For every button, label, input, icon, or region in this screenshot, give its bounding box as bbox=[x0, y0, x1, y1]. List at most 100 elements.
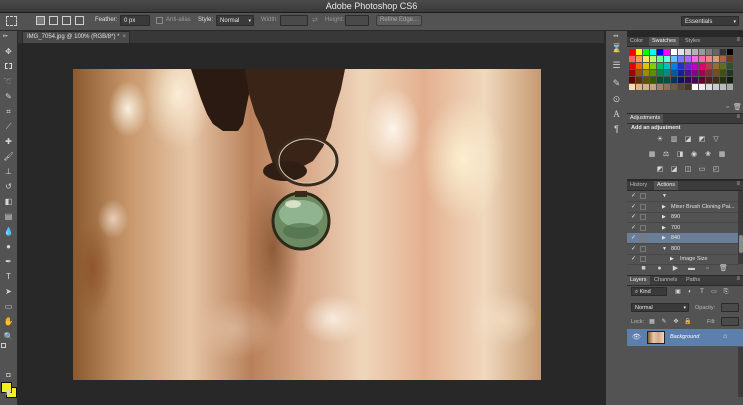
swatch[interactable] bbox=[692, 84, 698, 90]
swatch[interactable] bbox=[713, 77, 719, 83]
disclosure-collapsed-icon[interactable]: ▶ bbox=[662, 212, 666, 222]
swatch[interactable] bbox=[706, 70, 712, 76]
history-brush-tool-icon[interactable]: ↺ bbox=[3, 182, 14, 191]
quick-selection-tool-icon[interactable]: ✎ bbox=[3, 92, 14, 101]
swatch[interactable] bbox=[629, 77, 635, 83]
swatch[interactable] bbox=[699, 56, 705, 62]
invert-icon[interactable]: ◩ bbox=[655, 166, 665, 174]
refine-edge-button[interactable]: Refine Edge... bbox=[376, 15, 422, 26]
swatch[interactable] bbox=[650, 84, 656, 90]
lock-position-icon[interactable]: ✥ bbox=[671, 318, 681, 326]
checkmark-icon[interactable]: ✓ bbox=[631, 223, 637, 233]
checkmark-icon[interactable]: ✓ bbox=[631, 233, 637, 243]
swatch[interactable] bbox=[706, 63, 712, 69]
swatch[interactable] bbox=[692, 63, 698, 69]
color-balance-icon[interactable]: ⚖ bbox=[661, 151, 671, 159]
swatch[interactable] bbox=[636, 49, 642, 55]
swatch[interactable] bbox=[678, 77, 684, 83]
posterize-icon[interactable]: ◪ bbox=[669, 166, 679, 174]
blur-tool-icon[interactable]: 💧 bbox=[3, 227, 14, 236]
checkmark-icon[interactable]: ✓ bbox=[631, 202, 637, 212]
swatch[interactable] bbox=[650, 77, 656, 83]
path-selection-tool-icon[interactable]: ➤ bbox=[3, 287, 14, 296]
stop-recording-icon[interactable]: ■ bbox=[639, 265, 648, 273]
filter-type-icon[interactable]: T bbox=[697, 288, 707, 296]
panel-menu-icon[interactable]: ≡ bbox=[736, 181, 740, 187]
swatch[interactable] bbox=[643, 84, 649, 90]
swatch[interactable] bbox=[636, 84, 642, 90]
document-tab[interactable]: IMG_7054.jpg @ 100% (RGB/8*) * × bbox=[22, 31, 130, 43]
vibrance-icon[interactable]: ▽ bbox=[711, 136, 721, 144]
properties-panel-icon[interactable]: ☰ bbox=[611, 60, 622, 71]
brush-tool-icon[interactable]: 🖌 bbox=[3, 152, 14, 161]
swatch[interactable] bbox=[629, 56, 635, 62]
marquee-tool-preset-icon[interactable] bbox=[6, 16, 17, 26]
black-white-icon[interactable]: ◨ bbox=[675, 151, 685, 159]
swatch[interactable] bbox=[643, 63, 649, 69]
rectangle-tool-icon[interactable]: ▭ bbox=[3, 302, 14, 311]
swatch[interactable] bbox=[643, 77, 649, 83]
dialog-toggle-box[interactable] bbox=[640, 203, 646, 210]
tab-layers[interactable]: Layers bbox=[627, 276, 650, 285]
play-icon[interactable]: ▶ bbox=[671, 265, 680, 273]
swatch[interactable] bbox=[706, 84, 712, 90]
swatch[interactable] bbox=[685, 77, 691, 83]
tab-color[interactable]: Color bbox=[627, 37, 646, 46]
new-set-icon[interactable]: ▬ bbox=[687, 265, 696, 273]
clone-source-panel-icon[interactable]: ⊙ bbox=[611, 94, 622, 105]
swatch[interactable] bbox=[720, 84, 726, 90]
channel-mixer-icon[interactable]: ❀ bbox=[703, 151, 713, 159]
swatch[interactable] bbox=[727, 84, 733, 90]
eraser-tool-icon[interactable]: ◧ bbox=[3, 197, 14, 206]
filter-shape-icon[interactable]: ▭ bbox=[709, 288, 719, 296]
workspace-select[interactable]: Essentials ▾ bbox=[681, 16, 739, 26]
swatch[interactable] bbox=[671, 70, 677, 76]
lock-all-icon[interactable]: 🔒 bbox=[683, 318, 693, 326]
default-colors-icon[interactable] bbox=[1, 343, 6, 348]
swatch[interactable] bbox=[643, 70, 649, 76]
toolbox-collapse-icon[interactable]: ▸▸ bbox=[3, 33, 8, 39]
action-row[interactable]: ✓ ▶ Mixer Brush Cloning Pai... bbox=[627, 202, 739, 213]
pen-tool-icon[interactable]: ✒ bbox=[3, 257, 14, 266]
swatch[interactable] bbox=[664, 84, 670, 90]
action-row[interactable]: ✓ ▼ bbox=[627, 191, 739, 202]
swatch[interactable] bbox=[699, 84, 705, 90]
swatch[interactable] bbox=[727, 56, 733, 62]
gradient-map-icon[interactable]: ▭ bbox=[697, 166, 707, 174]
opacity-input[interactable] bbox=[721, 303, 739, 312]
checkmark-icon[interactable]: ✓ bbox=[631, 191, 637, 201]
swatch[interactable] bbox=[643, 56, 649, 62]
history-panel-icon[interactable]: ⌛ bbox=[611, 43, 622, 54]
swatch[interactable] bbox=[636, 77, 642, 83]
swatch[interactable] bbox=[664, 49, 670, 55]
swatch[interactable] bbox=[629, 63, 635, 69]
disclosure-collapsed-icon[interactable]: ▶ bbox=[662, 223, 666, 233]
dialog-toggle-box[interactable] bbox=[640, 214, 646, 220]
tab-styles[interactable]: Styles bbox=[682, 37, 703, 46]
gradient-tool-icon[interactable]: ▤ bbox=[3, 212, 14, 221]
disclosure-collapsed-icon[interactable]: ▶ bbox=[662, 202, 666, 212]
swatch[interactable] bbox=[678, 70, 684, 76]
swatch[interactable] bbox=[685, 63, 691, 69]
hue-saturation-icon[interactable]: ▦ bbox=[647, 151, 657, 159]
swatch[interactable] bbox=[650, 56, 656, 62]
new-swatch-icon[interactable]: ▫ bbox=[723, 104, 732, 112]
swatch[interactable] bbox=[636, 63, 642, 69]
swatch[interactable] bbox=[692, 56, 698, 62]
disclosure-collapsed-icon[interactable]: ▶ bbox=[670, 254, 674, 264]
lock-transparency-icon[interactable]: ▦ bbox=[647, 318, 657, 326]
disclosure-expanded-icon[interactable]: ▼ bbox=[662, 191, 667, 201]
action-row[interactable]: ✓ ▶ 840 bbox=[627, 233, 739, 244]
swatch[interactable] bbox=[657, 77, 663, 83]
swatch[interactable] bbox=[685, 49, 691, 55]
swatch[interactable] bbox=[713, 56, 719, 62]
new-selection-icon[interactable] bbox=[36, 16, 45, 25]
swatch[interactable] bbox=[636, 56, 642, 62]
swatch[interactable] bbox=[671, 84, 677, 90]
dialog-toggle-box[interactable] bbox=[640, 193, 646, 199]
layer-filter-select[interactable]: ⌕ Kind bbox=[631, 287, 667, 296]
swatch[interactable] bbox=[657, 70, 663, 76]
swatch[interactable] bbox=[727, 49, 733, 55]
record-icon[interactable]: ● bbox=[655, 265, 664, 273]
character-panel-icon[interactable]: A bbox=[611, 109, 622, 120]
